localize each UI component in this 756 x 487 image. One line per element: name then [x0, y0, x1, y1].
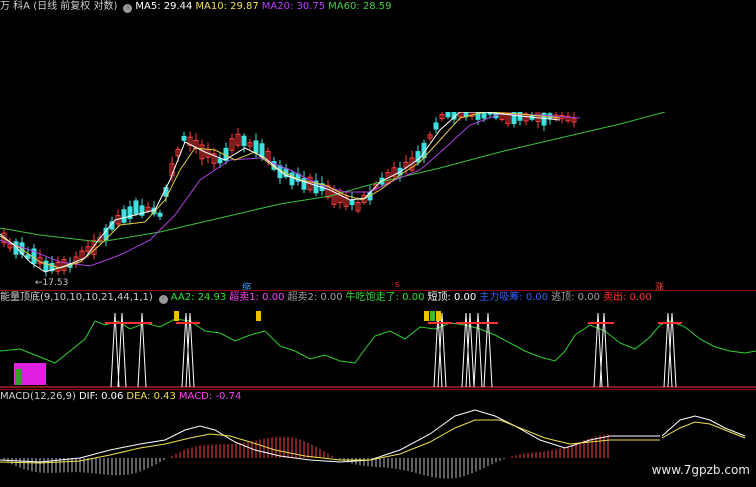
price-chart-panel[interactable]: 万 科A (日线 前复权 对数) ◦ MA5: 29.44 MA10: 29.87 MA…: [0, 0, 756, 293]
ma5-line: [0, 111, 561, 273]
signal-spike: [181, 312, 191, 388]
s-marker: s: [395, 280, 400, 290]
bull-full-label: 牛吃饱走了: 0.00: [345, 292, 425, 303]
signal-spike: [473, 312, 483, 388]
signal-block: [174, 311, 179, 321]
macd-panel[interactable]: MACD(12,26,9) DIF: 0.06 DEA: 0.43 MACD: -0.…: [0, 390, 756, 487]
energy-indicator-panel[interactable]: 能量顶底(9,10,10,10,21,44,1,1) ◦ AA2: 24.93 超卖1…: [0, 291, 756, 389]
dea-line: [0, 419, 660, 464]
signal-spikes: [105, 311, 682, 388]
signal-spike: [667, 312, 677, 388]
short-top-label: 短顶: 0.00: [427, 292, 477, 303]
oversold1-label: 超卖1: 0.00: [229, 292, 285, 303]
escape-top-label: 逃顶: 0.00: [551, 292, 600, 303]
signal-block: [436, 311, 441, 321]
low-price-label: ←17.53: [35, 278, 69, 288]
ma60-label: MA60: 28.59: [328, 1, 392, 12]
ma20-label: MA20: 30.75: [261, 1, 326, 12]
signal-spike: [433, 312, 443, 388]
macd-value-label: MACD: -0.74: [178, 391, 242, 402]
signal-spike: [185, 312, 195, 388]
dif-line: [0, 409, 660, 463]
ma60-line: [0, 111, 666, 243]
main-header: 万 科A (日线 前复权 对数) ◦ MA5: 29.44 MA10: 29.87 MA…: [0, 0, 395, 14]
ma10-line: [0, 111, 561, 269]
ma5-label: MA5: 29.44: [135, 1, 193, 12]
ma20-line: [0, 113, 581, 267]
watermark: www.7gpzb.com: [651, 463, 750, 477]
macd-header: MACD(12,26,9) DIF: 0.06 DEA: 0.43 MACD: -0.…: [0, 390, 244, 404]
candlesticks: [1, 97, 577, 277]
signal-block: [256, 311, 261, 321]
signal-spike: [663, 312, 673, 388]
blank-region: [430, 0, 756, 112]
signal-block: [430, 311, 435, 321]
macd-canvas: [0, 409, 746, 479]
settings-icon[interactable]: ◦: [123, 4, 133, 13]
ma10-label: MA10: 29.87: [195, 1, 259, 12]
signal-spike: [465, 312, 475, 388]
dea-label: DEA: 0.43: [126, 391, 176, 402]
accumulation-block: [16, 369, 21, 385]
signal-spike: [483, 312, 493, 388]
main-accum-label: 主力吸筹: 0.00: [479, 292, 549, 303]
oversold2-label: 超卖2: 0.00: [287, 292, 343, 303]
indicator-canvas: [0, 311, 756, 388]
signal-spike: [437, 312, 447, 388]
indicator-name: 能量顶底(9,10,10,10,21,44,1,1): [0, 292, 153, 303]
settings-icon[interactable]: ◦: [158, 295, 168, 304]
signal-spike: [461, 312, 471, 388]
indicator-header: 能量顶底(9,10,10,10,21,44,1,1) ◦ AA2: 24.93 超卖1…: [0, 291, 655, 305]
stock-title: 万 科A (日线 前复权 对数): [0, 1, 118, 12]
dif-label: DIF: 0.06: [78, 391, 124, 402]
sell-label: 卖出: 0.00: [602, 292, 652, 303]
macd-name: MACD(12,26,9): [0, 391, 76, 402]
aa2-label: AA2: 24.93: [170, 292, 227, 303]
signal-spike: [110, 312, 120, 388]
signal-block: [424, 311, 429, 321]
